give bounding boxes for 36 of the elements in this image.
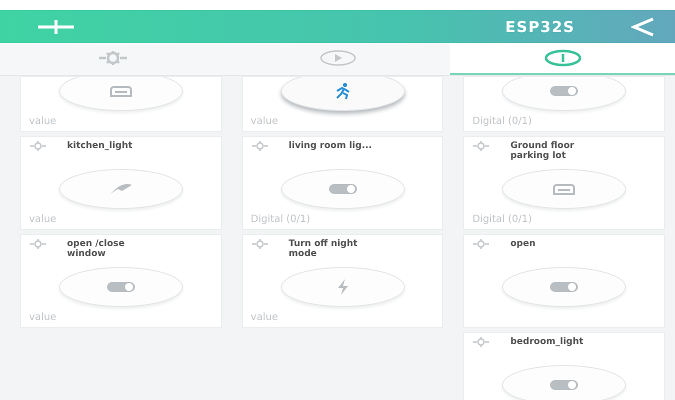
widget-value: Digital (0/1) xyxy=(250,213,312,227)
widget-value: value xyxy=(250,311,279,325)
toggle-icon xyxy=(549,281,580,293)
widget-button[interactable] xyxy=(280,77,404,111)
widget-title: living room lig... xyxy=(288,141,372,151)
gear-icon[interactable] xyxy=(472,239,490,249)
gauge-icon xyxy=(542,49,582,67)
widget-value: value xyxy=(250,115,279,129)
toggle-icon xyxy=(328,183,358,195)
widget-value: value xyxy=(29,311,58,325)
toggle-icon xyxy=(549,379,580,391)
running-figure-icon xyxy=(334,82,352,100)
gear-icon[interactable] xyxy=(29,141,47,151)
gear-icon[interactable] xyxy=(472,141,490,151)
toggle-icon xyxy=(549,85,580,97)
lightning-icon xyxy=(336,278,350,296)
widget-title: bedroom_light xyxy=(510,337,584,347)
gear-icon[interactable] xyxy=(472,337,490,347)
add-icon[interactable] xyxy=(36,20,76,34)
widget-title: open /close window xyxy=(67,239,126,259)
widget-value: Digital (0/1) xyxy=(472,115,533,129)
app-title: ESP32S xyxy=(504,18,575,36)
back-icon[interactable] xyxy=(631,16,655,36)
gear-icon[interactable] xyxy=(250,141,269,151)
toggle-icon xyxy=(106,281,136,293)
gear-icon[interactable] xyxy=(250,239,269,249)
widget-value: value xyxy=(29,115,58,129)
widget-title: Turn off night mode xyxy=(288,239,358,259)
widget-value: value xyxy=(29,213,58,227)
widget-title: kitchen_light xyxy=(67,141,132,151)
widget-title: Ground floor parking lot xyxy=(510,141,576,161)
tab[interactable] xyxy=(450,43,675,75)
gear-icon[interactable] xyxy=(29,239,47,249)
widget-title: open xyxy=(510,239,536,249)
play-icon xyxy=(318,49,358,67)
widget-value: Digital (0/1) xyxy=(472,213,533,227)
